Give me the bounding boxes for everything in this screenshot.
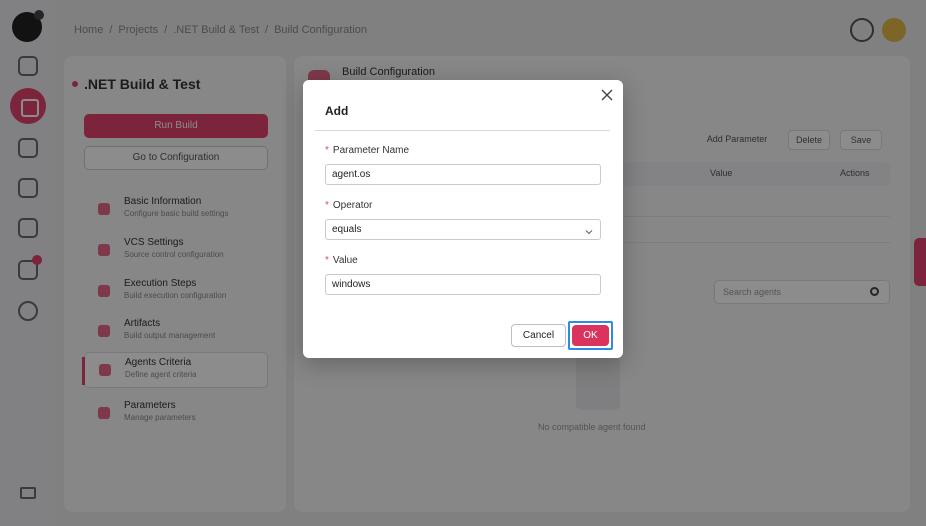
ok-button[interactable]: OK	[572, 325, 609, 346]
dialog-title: Add	[325, 104, 349, 118]
required-marker: *	[325, 200, 329, 211]
operator-selected-value: equals	[332, 224, 362, 235]
close-icon[interactable]	[598, 86, 616, 104]
required-marker: *	[325, 145, 329, 156]
add-parameter-dialog: Add *Parameter Name *Operator equals *Va…	[303, 80, 623, 358]
cancel-button[interactable]: Cancel	[511, 324, 566, 347]
operator-label-text: Operator	[332, 200, 373, 211]
parameter-name-label: * Parameter Name	[325, 145, 409, 156]
chevron-down-icon	[584, 224, 594, 242]
parameter-name-label-text: Parameter Name	[332, 145, 410, 156]
value-label: * Value	[325, 255, 358, 266]
operator-select[interactable]: equals	[325, 219, 601, 240]
value-label-text: Value	[332, 255, 358, 266]
value-input[interactable]	[325, 274, 601, 295]
parameter-name-input[interactable]	[325, 164, 601, 185]
required-marker: *	[325, 255, 329, 266]
ok-button-focus-ring: OK	[568, 321, 613, 350]
dialog-divider	[315, 130, 610, 131]
operator-label: * Operator	[325, 200, 372, 211]
